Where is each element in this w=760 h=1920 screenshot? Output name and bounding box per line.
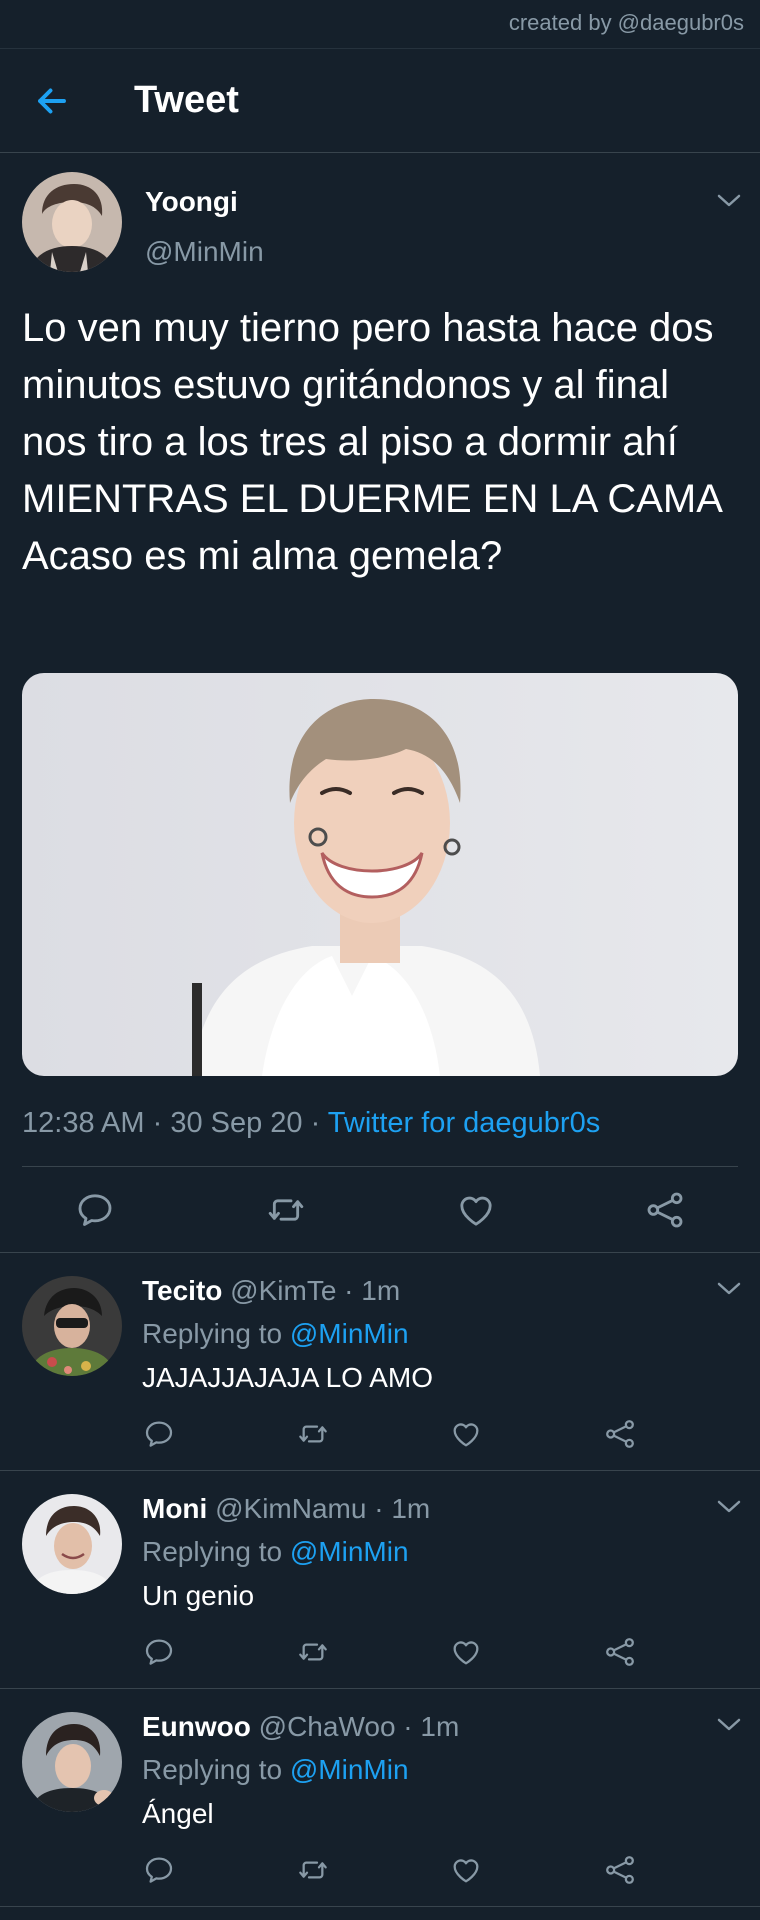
share-icon[interactable] (604, 1854, 636, 1886)
reply-text: JAJAJJAJAJA LO AMO (142, 1362, 433, 1393)
share-icon[interactable] (604, 1636, 636, 1668)
page-title: Tweet (134, 79, 239, 121)
meta-separator: · (144, 1107, 171, 1139)
tweet-source-link[interactable]: Twitter for daegubr0s (328, 1107, 600, 1139)
divider (22, 1166, 738, 1167)
meta-separator: · (302, 1107, 328, 1139)
reply-icon[interactable] (143, 1636, 175, 1668)
reply-icon[interactable] (143, 1418, 175, 1450)
tweet-text: Lo ven muy tierno pero hasta hace dos mi… (22, 306, 721, 578)
replying-to: Replying to @MinMin (142, 1754, 409, 1786)
replying-to-label: Replying to (142, 1318, 283, 1349)
reply-header: Tecito @KimTe · 1m (142, 1275, 401, 1306)
avatar[interactable] (22, 1276, 122, 1376)
tweet-author-name[interactable]: Yoongi (145, 186, 238, 218)
retweet-icon[interactable] (297, 1418, 329, 1450)
reply-time: 1m (420, 1711, 460, 1742)
tweet-media-image[interactable] (22, 673, 738, 1076)
like-icon[interactable] (450, 1854, 482, 1886)
chevron-down-icon[interactable] (716, 1281, 742, 1297)
mention-link[interactable]: @MinMin (290, 1754, 409, 1785)
share-icon[interactable] (604, 1418, 636, 1450)
divider (0, 1470, 760, 1471)
reply-author-handle[interactable]: @ChaWoo (259, 1711, 396, 1742)
avatar[interactable] (22, 172, 122, 272)
reply-author-name[interactable]: Tecito (142, 1275, 222, 1306)
tweet-date: 30 Sep 20 (170, 1107, 303, 1139)
like-icon[interactable] (450, 1418, 482, 1450)
credit-watermark: created by @daegubr0s (508, 10, 744, 35)
divider (0, 1688, 760, 1689)
chevron-down-icon[interactable] (716, 1499, 742, 1515)
mention-link[interactable]: @MinMin (290, 1318, 409, 1349)
app-header: Tweet (0, 49, 760, 153)
retweet-icon[interactable] (297, 1636, 329, 1668)
replying-to-label: Replying to (142, 1536, 283, 1567)
divider (0, 1252, 760, 1253)
reply-author-name[interactable]: Moni (142, 1493, 207, 1524)
like-icon[interactable] (456, 1190, 496, 1230)
reply-time: 1m (391, 1493, 431, 1524)
replying-to: Replying to @MinMin (142, 1536, 409, 1568)
reply-text: Un genio (142, 1580, 255, 1611)
chevron-down-icon[interactable] (716, 193, 742, 209)
like-icon[interactable] (450, 1636, 482, 1668)
reply-icon[interactable] (75, 1190, 115, 1230)
retweet-icon[interactable] (266, 1190, 306, 1230)
mention-link[interactable]: @MinMin (290, 1536, 409, 1567)
avatar[interactable] (22, 1494, 122, 1594)
chevron-down-icon[interactable] (716, 1717, 742, 1733)
share-icon[interactable] (645, 1190, 685, 1230)
reply-text: Ángel (142, 1798, 214, 1829)
avatar[interactable] (22, 1712, 122, 1812)
replying-to: Replying to @MinMin (142, 1318, 409, 1350)
reply-icon[interactable] (143, 1854, 175, 1886)
arrow-left-icon[interactable] (34, 83, 70, 119)
reply-time: 1m (361, 1275, 401, 1306)
reply-author-handle[interactable]: @KimNamu (215, 1493, 366, 1524)
reply-author-handle[interactable]: @KimTe (230, 1275, 336, 1306)
divider (0, 1906, 760, 1907)
tweet-time: 12:38 AM (22, 1107, 145, 1139)
tweet-author-handle[interactable]: @MinMin (145, 236, 264, 268)
reply-header: Eunwoo @ChaWoo · 1m (142, 1711, 460, 1742)
tweet-meta: 12:38 AM · 30 Sep 20 · Twitter for daegu… (22, 1107, 600, 1140)
reply-author-name[interactable]: Eunwoo (142, 1711, 251, 1742)
replying-to-label: Replying to (142, 1754, 283, 1785)
reply-header: Moni @KimNamu · 1m (142, 1493, 431, 1524)
retweet-icon[interactable] (297, 1854, 329, 1886)
